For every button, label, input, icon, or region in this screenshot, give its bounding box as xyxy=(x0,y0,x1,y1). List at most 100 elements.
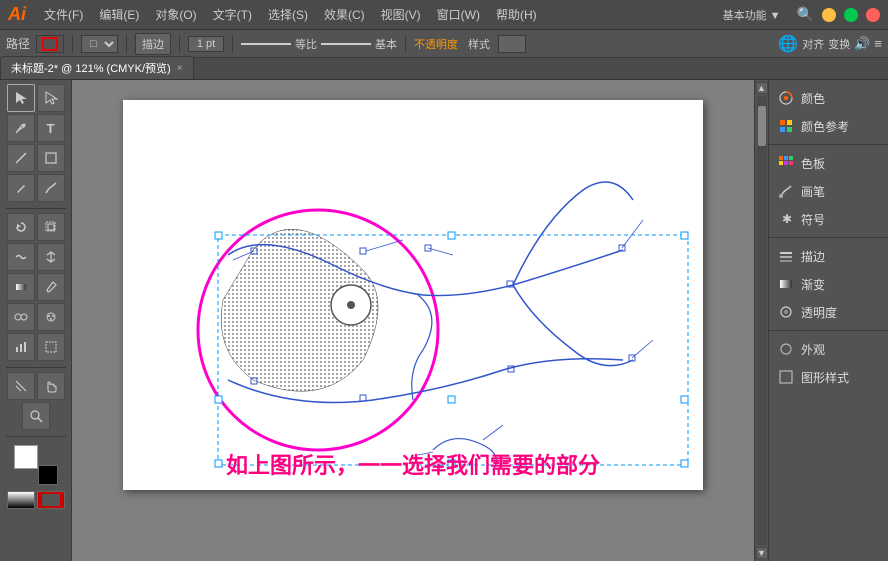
line-tool[interactable] xyxy=(7,144,35,172)
select-tool[interactable] xyxy=(7,84,35,112)
color-panel-icon xyxy=(777,89,795,107)
stroke-weight-input[interactable] xyxy=(188,36,224,52)
warp-tool[interactable] xyxy=(7,243,35,271)
menu-edit[interactable]: 编辑(E) xyxy=(91,2,147,27)
menu-help[interactable]: 帮助(H) xyxy=(488,2,545,27)
type-tool[interactable]: T xyxy=(37,114,65,142)
quick-mask-btn[interactable] xyxy=(37,491,65,509)
toolbar-sep-2 xyxy=(126,35,127,53)
menu-select[interactable]: 选择(S) xyxy=(260,2,316,27)
eyedrop-tool[interactable] xyxy=(37,273,65,301)
vertical-scrollbar[interactable]: ▲ ▼ xyxy=(754,80,768,561)
tool-row-8 xyxy=(7,303,65,331)
menu-effect[interactable]: 效果(C) xyxy=(316,2,373,27)
panel-graphic-style[interactable]: 图形样式 xyxy=(769,363,888,391)
width-tool[interactable] xyxy=(37,243,65,271)
menu-object[interactable]: 对象(O) xyxy=(147,2,204,27)
panel-opacity[interactable]: 透明度 xyxy=(769,298,888,326)
color-ref-panel-icon xyxy=(777,117,795,135)
opacity-panel-label: 透明度 xyxy=(801,304,837,321)
blend-tool[interactable] xyxy=(7,303,35,331)
menu-view[interactable]: 视图(V) xyxy=(373,2,429,27)
search-icon[interactable]: 🔍 xyxy=(797,6,814,23)
scale-tool[interactable] xyxy=(37,213,65,241)
brush-tool[interactable] xyxy=(37,174,65,202)
more-icon[interactable]: 🔊 xyxy=(854,36,870,52)
brush-panel-icon xyxy=(777,182,795,200)
panel-color[interactable]: 颜色 xyxy=(769,84,888,112)
zoom-tool[interactable] xyxy=(22,402,50,430)
panel-appearance[interactable]: 外观 xyxy=(769,335,888,363)
style-preview[interactable] xyxy=(498,35,526,53)
pencil-tool[interactable] xyxy=(7,174,35,202)
color-panel-label: 颜色 xyxy=(801,90,825,107)
panel-stroke[interactable]: 描边 xyxy=(769,242,888,270)
scroll-thumb[interactable] xyxy=(758,106,766,146)
graphic-style-panel-icon xyxy=(777,368,795,386)
tool-row-9 xyxy=(7,333,65,361)
menu-file[interactable]: 文件(F) xyxy=(36,2,91,27)
artwork-svg xyxy=(123,100,703,490)
path-label: 路径 xyxy=(6,35,30,52)
maximize-button[interactable] xyxy=(844,8,858,22)
background-color[interactable] xyxy=(38,465,58,485)
panel-sep-2 xyxy=(769,237,888,238)
foreground-color[interactable] xyxy=(14,445,38,469)
stroke-color-preview[interactable] xyxy=(36,35,64,53)
shape-tool[interactable] xyxy=(37,144,65,172)
tool-sep-3 xyxy=(6,436,66,437)
minimize-button[interactable] xyxy=(822,8,836,22)
color-swatches xyxy=(14,445,58,485)
panel-symbol[interactable]: ✱ 符号 xyxy=(769,205,888,233)
graphic-style-panel-label: 图形样式 xyxy=(801,369,849,386)
close-button[interactable] xyxy=(866,8,880,22)
panel-color-ref[interactable]: 颜色参考 xyxy=(769,112,888,140)
panel-gradient[interactable]: 渐变 xyxy=(769,270,888,298)
gradient-panel-icon xyxy=(777,275,795,293)
panel-swatch[interactable]: 色板 xyxy=(769,149,888,177)
svg-text:✱: ✱ xyxy=(782,212,792,226)
rotate-tool[interactable] xyxy=(7,213,35,241)
artboard-tool[interactable] xyxy=(37,333,65,361)
symbol-panel-icon: ✱ xyxy=(777,210,795,228)
stroke-mode-btn[interactable]: 描边 xyxy=(135,33,171,55)
color-mode-row xyxy=(7,491,65,509)
gradient-panel-label: 渐变 xyxy=(801,276,825,293)
right-toolbar-buttons: 🌐 对齐 变换 🔊 ≡ xyxy=(778,34,882,54)
opacity-panel-icon xyxy=(777,303,795,321)
tool-row-10 xyxy=(7,372,65,400)
shape-selector[interactable]: □ xyxy=(81,35,118,53)
gradient-tool[interactable] xyxy=(7,273,35,301)
main-layout: T xyxy=(0,80,888,561)
direct-select-tool[interactable] xyxy=(37,84,65,112)
panel-brush[interactable]: 画笔 xyxy=(769,177,888,205)
workspace-selector[interactable]: 基本功能 ▼ xyxy=(723,7,781,23)
title-right-controls: 基本功能 ▼ 🔍 xyxy=(723,6,880,23)
align-button[interactable]: 对齐 xyxy=(802,36,824,52)
toolbar-sep-4 xyxy=(232,35,233,53)
tab-close-button[interactable]: × xyxy=(177,63,183,74)
slice-tool[interactable] xyxy=(7,372,35,400)
canvas-area: 如上图所示，一一选择我们需要的部分 xyxy=(72,80,754,561)
style-label[interactable]: 样式 xyxy=(468,36,490,52)
normal-mode-btn[interactable] xyxy=(7,491,35,509)
stroke-line-preview xyxy=(241,43,291,45)
column-chart-tool[interactable] xyxy=(7,333,35,361)
panel-options-icon[interactable]: ≡ xyxy=(874,36,882,51)
appearance-panel-label: 外观 xyxy=(801,341,825,358)
scroll-track[interactable] xyxy=(757,96,767,545)
scroll-down-arrow[interactable]: ▼ xyxy=(756,547,768,559)
symbol-spray-tool[interactable] xyxy=(37,303,65,331)
tool-row-5 xyxy=(7,213,65,241)
scroll-up-arrow[interactable]: ▲ xyxy=(756,82,768,94)
pen-tool[interactable] xyxy=(7,114,35,142)
transform-button[interactable]: 变换 xyxy=(828,36,850,52)
appearance-panel-icon xyxy=(777,340,795,358)
opacity-label[interactable]: 不透明度 xyxy=(414,36,458,52)
hand-tool[interactable] xyxy=(37,372,65,400)
stroke-style-group: 等比 基本 xyxy=(241,36,397,52)
menu-text[interactable]: 文字(T) xyxy=(205,2,260,27)
menu-window[interactable]: 窗口(W) xyxy=(429,2,488,27)
active-document-tab[interactable]: 未标题-2* @ 121% (CMYK/预览) × xyxy=(0,56,194,79)
swatch-panel-icon xyxy=(777,154,795,172)
